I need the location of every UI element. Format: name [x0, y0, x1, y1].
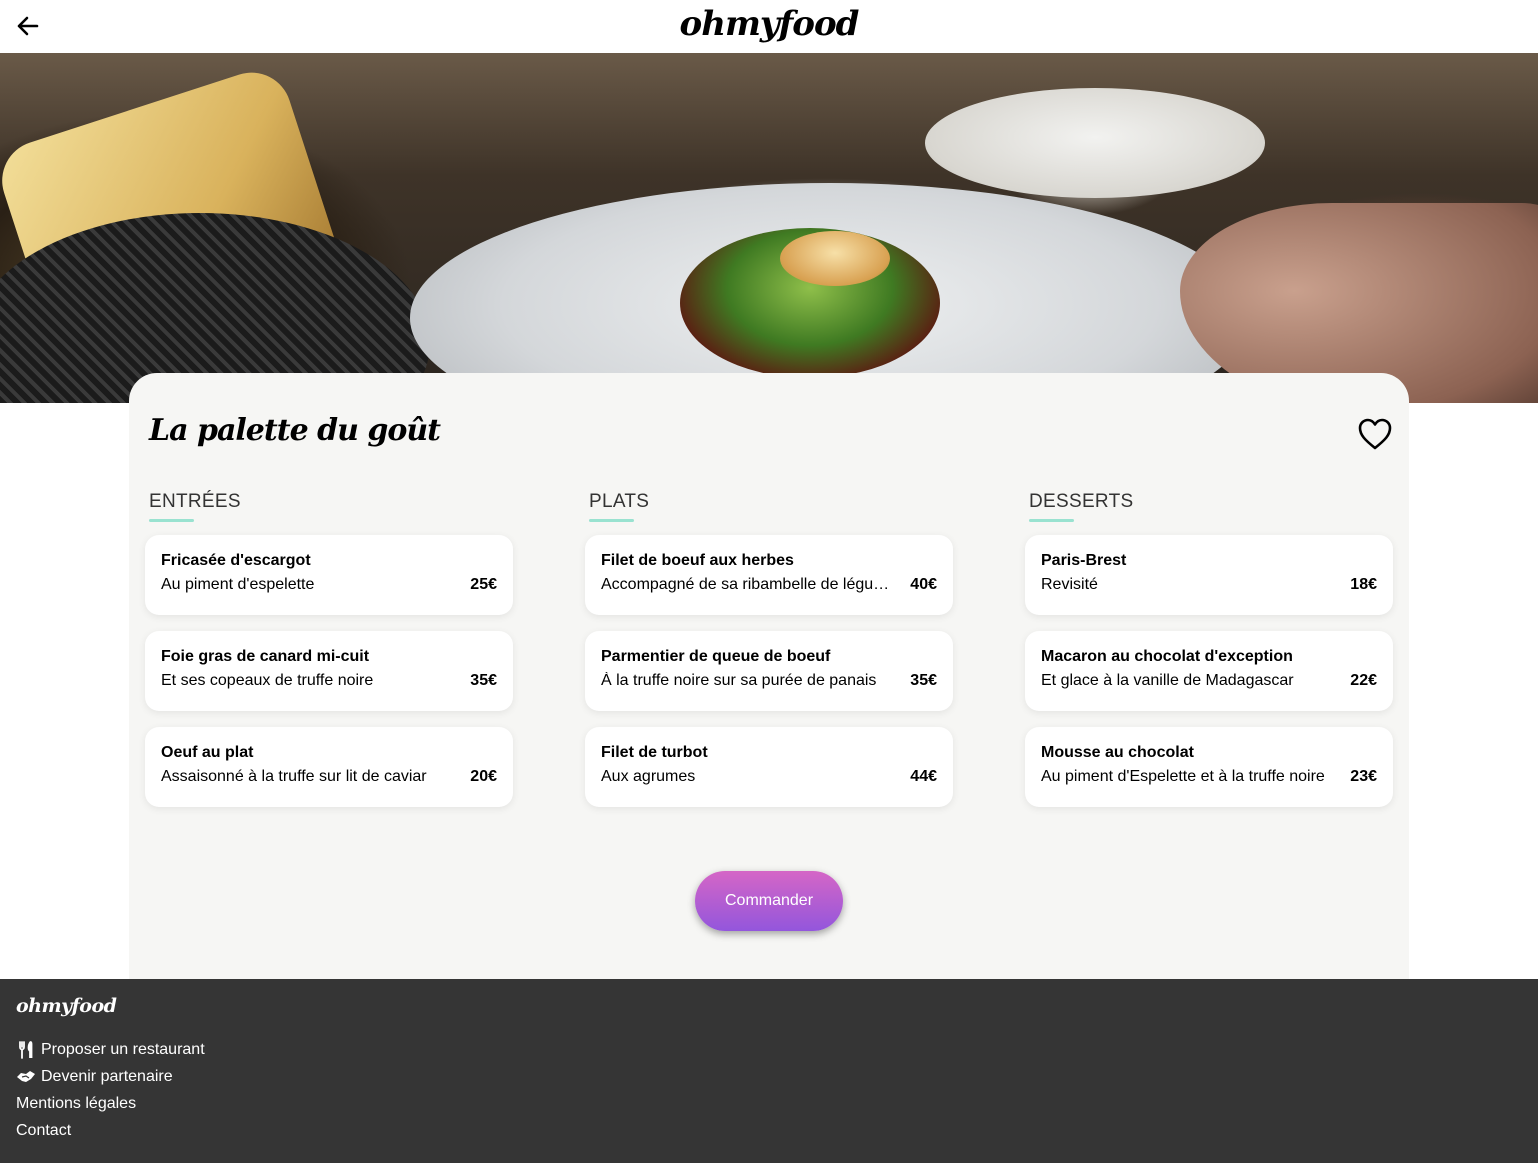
- dish-price: 40€: [910, 576, 937, 593]
- heart-outline-icon: [1358, 418, 1392, 450]
- dish-description: Et ses copeaux de truffe noire: [161, 672, 374, 689]
- dish-price: 23€: [1350, 768, 1377, 785]
- dish-name: Foie gras de canard mi-cuit: [161, 648, 370, 665]
- dish-description: Au piment d'espelette: [161, 576, 315, 593]
- column-underline: [1029, 519, 1074, 522]
- dish-card[interactable]: Parmentier de queue de boeuf À la truffe…: [585, 631, 953, 711]
- handshake-icon: [16, 1068, 36, 1086]
- column-title: ENTRÉES: [149, 491, 241, 512]
- hero-background-plate: [925, 88, 1265, 198]
- dish-name: Parmentier de queue de boeuf: [601, 648, 831, 665]
- dish-card[interactable]: Filet de boeuf aux herbes Accompagné de …: [585, 535, 953, 615]
- dish-card[interactable]: Paris-Brest Revisité 18€: [1025, 535, 1393, 615]
- footer: ohmyfood Proposer un restaurant Devenir …: [0, 979, 1538, 1163]
- dish-name: Paris-Brest: [1041, 552, 1127, 569]
- footer-link-label: Proposer un restaurant: [41, 1041, 205, 1058]
- menu-column-desserts: DESSERTS Paris-Brest Revisité 18€ Macaron…: [1025, 491, 1393, 807]
- dish-description: Et glace à la vanille de Madagascar: [1041, 672, 1294, 689]
- dish-description: Accompagné de sa ribambelle de légumes: [601, 576, 896, 593]
- dish-price: 22€: [1350, 672, 1377, 689]
- favorite-button[interactable]: [1357, 417, 1393, 451]
- dish-card[interactable]: Oeuf au plat Assaisonné à la truffe sur …: [145, 727, 513, 807]
- order-button[interactable]: Commander: [695, 871, 843, 931]
- dish-price: 20€: [470, 768, 497, 785]
- footer-link-propose-restaurant[interactable]: Proposer un restaurant: [16, 1041, 205, 1059]
- hero-fish: [780, 231, 890, 286]
- column-title: DESSERTS: [1029, 491, 1134, 512]
- footer-link-contact[interactable]: Contact: [16, 1122, 71, 1140]
- dish-description: Aux agrumes: [601, 768, 696, 785]
- footer-logo[interactable]: ohmyfood: [16, 995, 117, 1017]
- dish-name: Filet de turbot: [601, 744, 708, 761]
- dish-price: 35€: [910, 672, 937, 689]
- column-title: PLATS: [589, 491, 650, 512]
- dish-price: 18€: [1350, 576, 1377, 593]
- dish-name: Macaron au chocolat d'exception: [1041, 648, 1293, 665]
- dish-name: Oeuf au plat: [161, 744, 254, 761]
- dish-price: 35€: [470, 672, 497, 689]
- footer-link-label: Mentions légales: [16, 1095, 137, 1112]
- dish-card[interactable]: Macaron au chocolat d'exception Et glace…: [1025, 631, 1393, 711]
- footer-link-legal-notice[interactable]: Mentions légales: [16, 1095, 136, 1113]
- utensils-icon: [16, 1041, 36, 1059]
- dish-card[interactable]: Filet de turbot Aux agrumes 44€: [585, 727, 953, 807]
- dish-price: 44€: [910, 768, 937, 785]
- dish-description: Assaisonné à la truffe sur lit de caviar: [161, 768, 427, 785]
- dish-price: 25€: [470, 576, 497, 593]
- dish-description: Au piment d'Espelette et à la truffe noi…: [1041, 768, 1325, 785]
- dish-card[interactable]: Foie gras de canard mi-cuit Et ses copea…: [145, 631, 513, 711]
- dish-name: Filet de boeuf aux herbes: [601, 552, 794, 569]
- footer-link-label: Contact: [16, 1122, 72, 1139]
- restaurant-title: La palette du goût: [149, 413, 441, 448]
- column-underline: [589, 519, 634, 522]
- dish-card[interactable]: Mousse au chocolat Au piment d'Espelette…: [1025, 727, 1393, 807]
- dish-name: Mousse au chocolat: [1041, 744, 1194, 761]
- footer-link-label: Devenir partenaire: [41, 1068, 173, 1085]
- top-bar: ohmyfood: [0, 0, 1538, 53]
- hero-image: [0, 53, 1538, 403]
- site-logo[interactable]: ohmyfood: [0, 4, 1538, 44]
- column-underline: [149, 519, 194, 522]
- dish-card[interactable]: Fricasée d'escargot Au piment d'espelett…: [145, 535, 513, 615]
- dish-description: À la truffe noire sur sa purée de panais: [601, 672, 877, 689]
- restaurant-menu-card: La palette du goût ENTRÉES Fricasée d'es…: [129, 373, 1409, 979]
- dish-name: Fricasée d'escargot: [161, 552, 311, 569]
- dish-description: Revisité: [1041, 576, 1098, 593]
- footer-link-become-partner[interactable]: Devenir partenaire: [16, 1068, 173, 1086]
- menu-column-plats: PLATS Filet de boeuf aux herbes Accompag…: [585, 491, 953, 807]
- menu-column-entrees: ENTRÉES Fricasée d'escargot Au piment d'…: [145, 491, 513, 807]
